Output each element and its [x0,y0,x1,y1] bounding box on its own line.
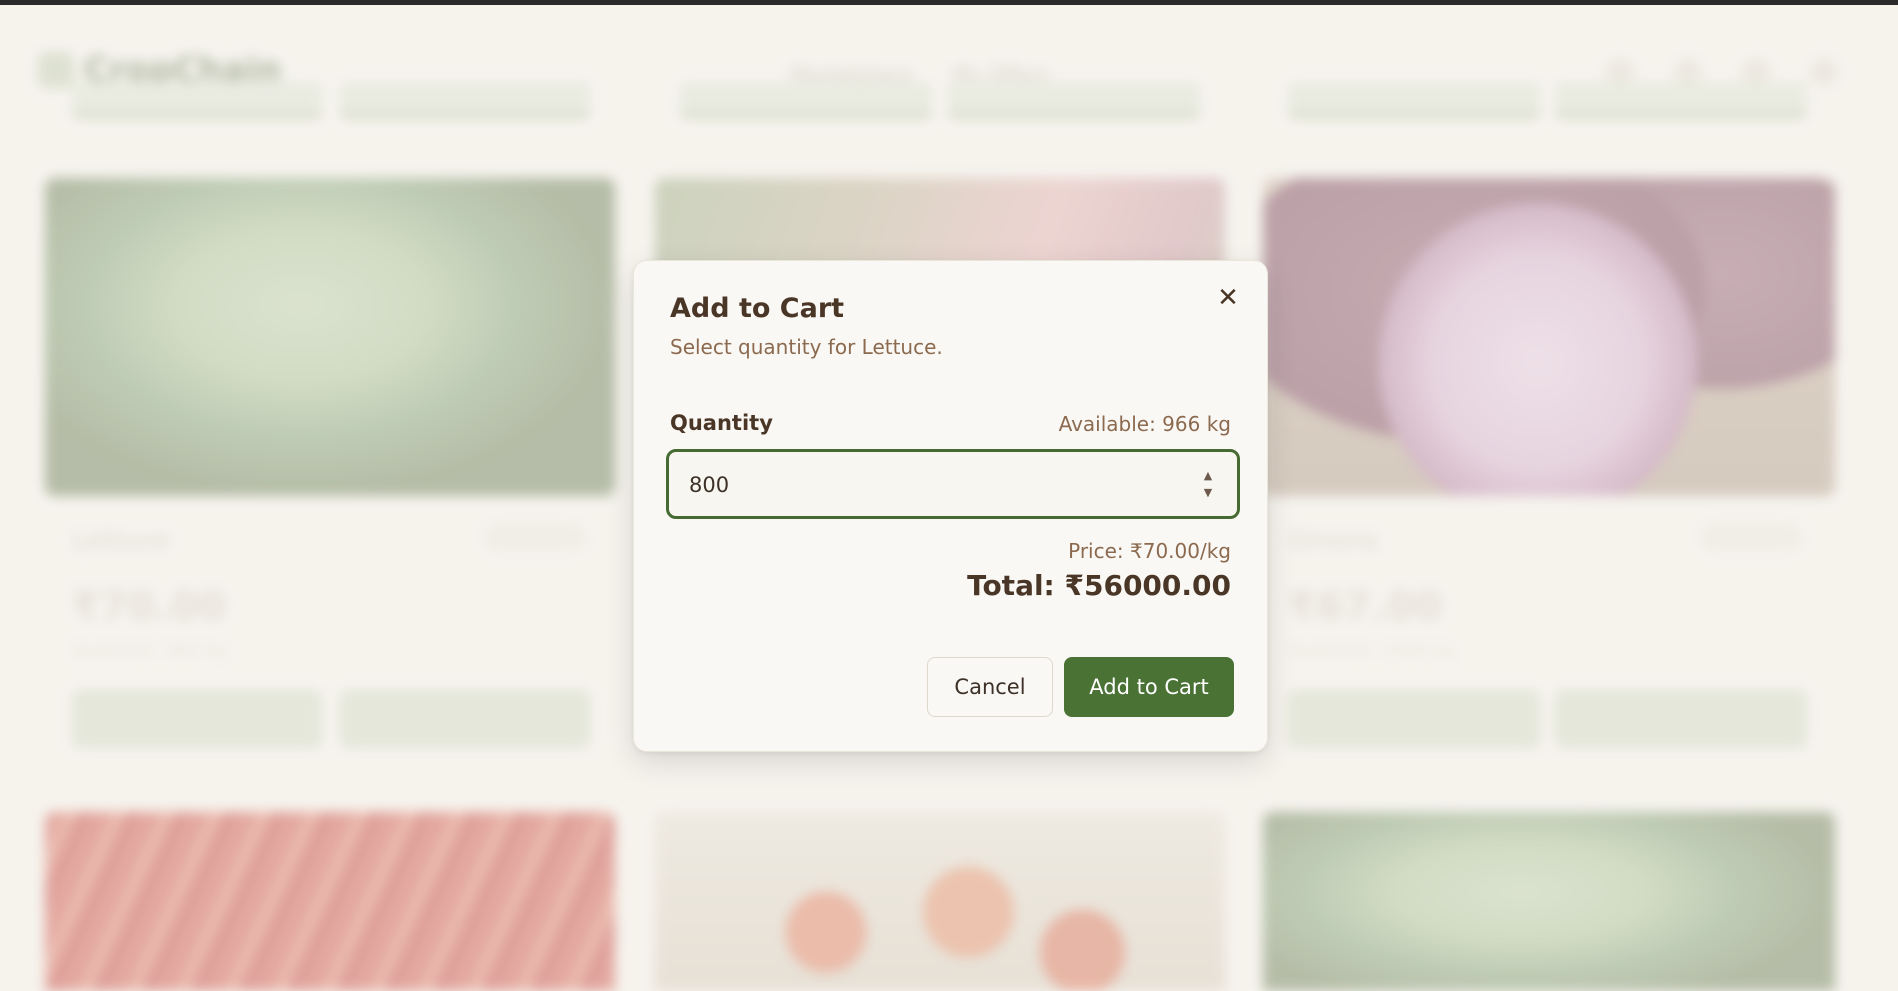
increment-icon[interactable]: ▲ [1204,470,1212,481]
add-to-cart-button[interactable]: Add to Cart [1064,657,1234,717]
cancel-button[interactable]: Cancel [927,657,1053,717]
quantity-field[interactable]: ▲ ▼ [666,449,1240,519]
dialog-subtitle: Select quantity for Lettuce. [670,335,943,359]
close-icon[interactable]: ✕ [1213,283,1243,313]
quantity-stepper[interactable]: ▲ ▼ [1201,470,1215,498]
window-top-border [0,0,1898,5]
quantity-input[interactable] [687,452,1171,518]
total-price: Total: ₹56000.00 [967,569,1231,602]
add-to-cart-dialog: Add to Cart Select quantity for Lettuce.… [633,260,1268,752]
decrement-icon[interactable]: ▼ [1204,487,1212,498]
unit-price: Price: ₹70.00/kg [1068,539,1231,563]
dialog-title: Add to Cart [670,293,845,324]
quantity-label: Quantity [670,411,773,435]
available-stock: Available: 966 kg [1058,412,1231,436]
